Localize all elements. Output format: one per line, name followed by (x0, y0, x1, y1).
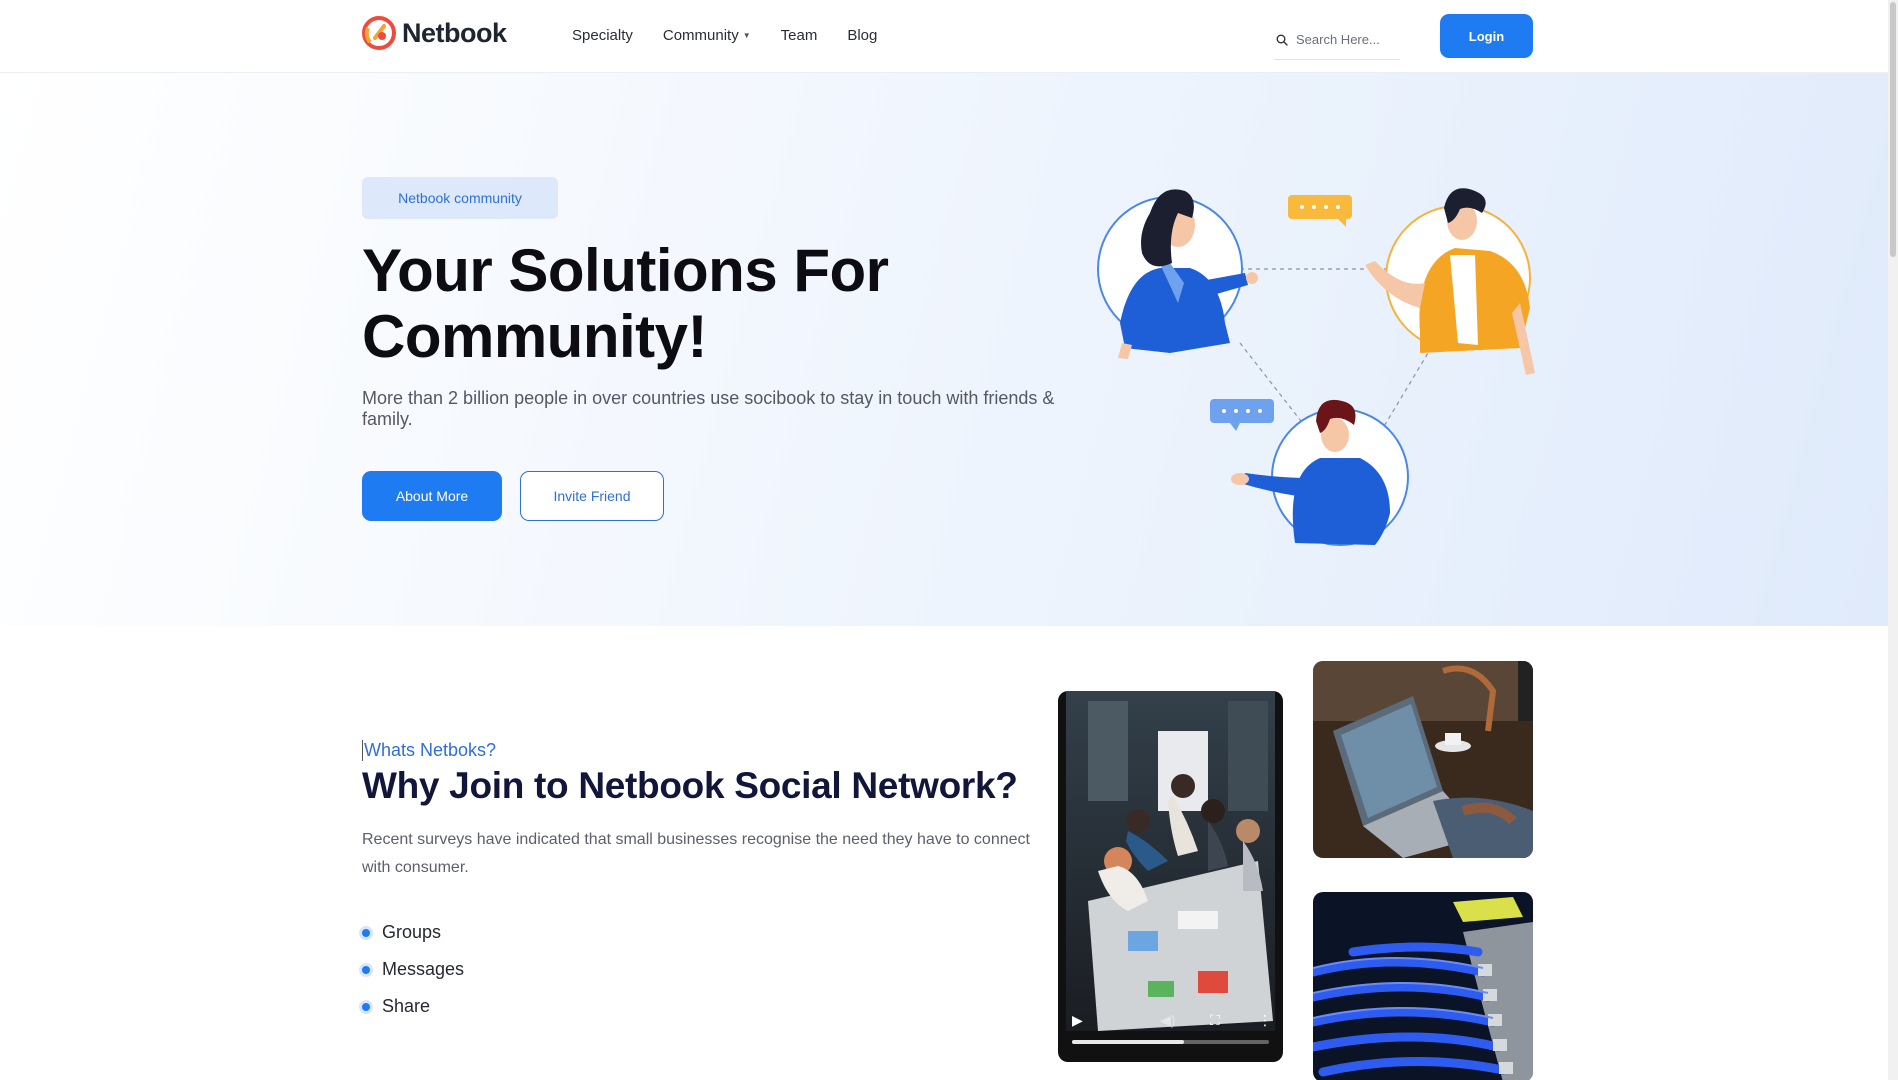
feature-label: Share (382, 996, 431, 1016)
community-illustration (1097, 188, 1535, 546)
feature-list: Groups Messages Share (362, 914, 464, 1025)
search-box (1274, 20, 1400, 60)
video-player[interactable]: ▶ ◀) ⛶ ⋮ (1058, 691, 1283, 1062)
nav-blog[interactable]: Blog (847, 27, 877, 44)
site-header: Netbook Specialty Community ▼ Team Blog … (0, 0, 1898, 73)
hero-section: Netbook community Your Solutions For Com… (0, 73, 1898, 626)
scrollbar-thumb[interactable] (1890, 2, 1896, 257)
play-icon[interactable]: ▶ (1072, 1012, 1083, 1029)
video-progress-bar[interactable] (1072, 1040, 1269, 1044)
more-vertical-icon[interactable]: ⋮ (1258, 1012, 1272, 1029)
logo[interactable]: Netbook (362, 16, 507, 50)
hero-badge: Netbook community (362, 177, 558, 219)
hero-title-line1: Your Solutions For (362, 237, 889, 304)
feature-label: Groups (382, 922, 442, 942)
network-cables-image (1313, 892, 1533, 1080)
search-icon (1276, 34, 1288, 46)
page-scrollbar[interactable] (1888, 0, 1898, 1080)
cables-photo (1313, 892, 1533, 1080)
list-item: Share (362, 988, 464, 1025)
video-progress-fill (1072, 1040, 1185, 1044)
login-button[interactable]: Login (1440, 14, 1533, 58)
hero-subtitle: More than 2 billion people in over count… (362, 388, 1055, 429)
hero-title: Your Solutions For Community! (362, 238, 982, 370)
about-kicker: Whats Netboks? (362, 740, 497, 761)
nav-label: Specialty (572, 27, 633, 44)
bullet-icon (362, 928, 370, 937)
invite-friend-button[interactable]: Invite Friend (520, 471, 664, 521)
nav-label: Community (662, 27, 739, 44)
bullet-icon (362, 1002, 370, 1011)
list-item: Messages (362, 951, 464, 988)
logo-text: Netbook (402, 17, 507, 48)
netbook-logo-icon (362, 16, 396, 50)
about-title: Why Join to Netbook Social Network? (362, 765, 1018, 806)
feature-label: Messages (382, 959, 465, 979)
about-more-button[interactable]: About More (362, 471, 502, 521)
list-item: Groups (362, 914, 464, 951)
video-controls: ▶ ◀) ⛶ ⋮ (1070, 1004, 1272, 1044)
about-text: Recent surveys have indicated that small… (362, 831, 1030, 876)
chevron-down-icon: ▼ (742, 31, 751, 40)
nav-community[interactable]: Community ▼ (663, 27, 751, 44)
volume-icon[interactable]: ◀) (1160, 1012, 1175, 1029)
fullscreen-icon[interactable]: ⛶ (1210, 1012, 1220, 1029)
laptop-photo (1313, 661, 1533, 858)
nav-label: Team (780, 27, 818, 44)
laptop-image (1313, 661, 1533, 858)
nav-label: Blog (847, 27, 878, 44)
nav-team[interactable]: Team (781, 27, 818, 44)
hero-title-line2: Community! (362, 303, 707, 370)
main-nav: Specialty Community ▼ Team Blog (572, 27, 907, 44)
search-input[interactable] (1296, 32, 1396, 47)
nav-specialty[interactable]: Specialty (572, 27, 633, 44)
bullet-icon (362, 965, 370, 974)
man-yellow-figure (1365, 188, 1535, 375)
